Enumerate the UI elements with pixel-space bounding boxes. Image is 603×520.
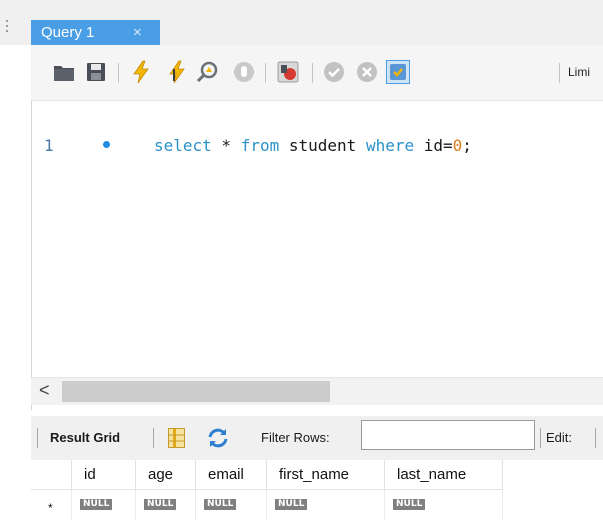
toolbar-separator [559,63,560,83]
tab-close-icon[interactable]: × [133,20,142,45]
save-icon[interactable] [84,60,108,84]
commit-icon[interactable] [322,60,346,84]
result-grid-tab[interactable]: Result Grid [50,430,120,445]
grid-cell[interactable]: NULL [72,490,136,520]
sql-keyword: where [365,136,415,155]
rollback-icon[interactable] [355,60,379,84]
toolbar-separator [265,63,266,83]
sql-text: id= [414,136,453,155]
sql-text: * [211,136,241,155]
null-badge: NULL [204,499,237,510]
limit-rows-label: Limi [568,65,591,79]
row-header-corner [31,460,72,490]
grid-header-row: id age email first_name last_name [31,460,503,490]
column-header-first-name[interactable]: first_name [267,460,385,490]
autocommit-icon[interactable] [386,60,410,84]
null-badge: NULL [144,499,177,510]
table-row[interactable]: * NULL NULL NULL NULL NULL [31,490,503,520]
grid-cell[interactable]: NULL [196,490,267,520]
scroll-left-icon[interactable]: < [39,380,50,401]
execute-current-icon[interactable] [165,60,189,84]
grid-view-icon[interactable] [168,428,185,448]
new-row-marker: * [48,501,53,515]
drag-grip[interactable] [6,20,9,34]
toolbar-separator [540,428,541,448]
toolbar-separator [37,428,38,448]
grid-cell[interactable]: NULL [136,490,196,520]
result-toolbar: Result Grid Filter Rows: Edit: [31,416,603,460]
statement-marker [103,141,110,148]
null-badge: NULL [80,499,113,510]
scrollbar-thumb[interactable] [62,381,330,402]
line-number: 1 [44,136,54,155]
null-badge: NULL [275,499,308,510]
sql-text: ; [462,136,472,155]
column-header-last-name[interactable]: last_name [385,460,503,490]
result-grid: id age email first_name last_name * NULL… [31,460,603,520]
filter-rows-input[interactable] [361,420,535,450]
toolbar-separator [153,428,154,448]
grid-cell[interactable]: NULL [267,490,385,520]
filter-rows-label: Filter Rows: [261,430,330,445]
tab-query-1[interactable]: Query 1 × [31,20,160,45]
sql-text: student [279,136,366,155]
editor-horizontal-scrollbar[interactable]: < [31,377,603,405]
grid-cell[interactable]: NULL [385,490,503,520]
execute-icon[interactable] [129,60,153,84]
sql-keyword: from [240,136,280,155]
column-header-age[interactable]: age [136,460,196,490]
edit-label: Edit: [546,430,573,445]
toggle-error-icon[interactable] [276,60,300,84]
row-header[interactable]: * [31,490,72,520]
query-toolbar: Limi [31,45,603,101]
toolbar-separator [118,63,119,83]
explain-icon[interactable] [196,60,220,84]
column-header-id[interactable]: id [72,460,136,490]
refresh-icon[interactable] [207,428,229,448]
open-folder-icon[interactable] [52,60,76,84]
null-badge: NULL [393,499,426,510]
stop-icon[interactable] [232,60,256,84]
tab-title: Query 1 [41,24,95,41]
sql-keyword: select [154,136,212,155]
sql-statement-line[interactable]: select * from student where id=0; [154,136,472,155]
toolbar-separator [312,63,313,83]
editor-tab-strip: Query 1 × [0,0,603,45]
toolbar-separator [595,428,596,448]
sql-number: 0 [452,136,463,155]
column-header-email[interactable]: email [196,460,267,490]
